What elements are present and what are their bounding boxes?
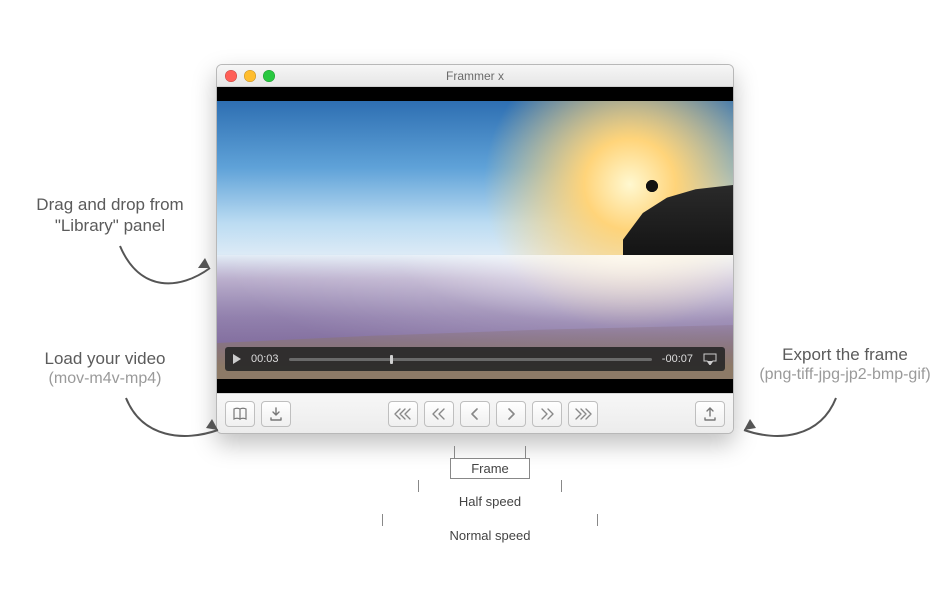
titlebar[interactable]: Frammer x [217,65,733,87]
arrow-drag [110,238,220,298]
bracket-normal [382,514,598,526]
toolbar-right-group [695,401,725,427]
playback-bar: 00:03 -00:07 [225,347,725,371]
toolbar-center-group [388,401,598,427]
scrubber-knob[interactable] [390,355,393,364]
diagram-half-row: Half speed [378,492,602,516]
export-icon [703,407,717,421]
callout-drag-sub: "Library" panel [20,215,200,236]
rewind-normal-button[interactable] [388,401,418,427]
callout-load: Load your video (mov-m4v-mp4) [20,348,190,389]
callout-load-title: Load your video [20,348,190,369]
elapsed-time: 00:03 [251,353,279,365]
forward-normal-button[interactable] [568,401,598,427]
import-icon [269,407,283,421]
speed-diagram: Frame Half speed Normal speed [378,448,602,550]
bracket-frame [454,446,526,458]
library-button[interactable] [225,401,255,427]
diagram-frame-label: Frame [450,458,530,479]
bracket-half [418,480,562,492]
video-preview[interactable]: 00:03 -00:07 [217,87,733,393]
letterbox-bottom [217,379,733,393]
book-icon [232,407,248,421]
toolbar-left-group [225,401,291,427]
triple-chevron-left-icon [394,408,412,420]
callout-export-title: Export the frame [750,344,940,365]
letterbox-top [217,87,733,101]
export-button[interactable] [695,401,725,427]
triple-chevron-right-icon [574,408,592,420]
chevron-right-icon [506,408,516,420]
arrow-export [734,392,844,448]
diagram-normal-label: Normal speed [450,526,531,545]
callout-export-sub: (png-tiff-jpg-jp2-bmp-gif) [750,365,940,385]
diagram-half-label: Half speed [459,492,521,511]
double-chevron-right-icon [540,408,554,420]
diagram-normal-row: Normal speed [378,526,602,550]
rewind-half-button[interactable] [424,401,454,427]
arrow-load [118,392,228,448]
double-chevron-left-icon [432,408,446,420]
load-button[interactable] [261,401,291,427]
chevron-left-icon [470,408,480,420]
play-icon[interactable] [233,354,241,364]
bottom-toolbar [217,393,733,433]
callout-drag-title: Drag and drop from [20,194,200,215]
window-title: Frammer x [217,69,733,83]
airplay-icon[interactable] [703,353,717,365]
callout-drag: Drag and drop from "Library" panel [20,194,200,237]
remaining-time: -00:07 [662,353,693,365]
prev-frame-button[interactable] [460,401,490,427]
forward-half-button[interactable] [532,401,562,427]
diagram-frame-row: Frame [378,458,602,482]
callout-export: Export the frame (png-tiff-jpg-jp2-bmp-g… [750,344,940,385]
callout-load-sub: (mov-m4v-mp4) [20,369,190,389]
video-frame-tree [645,173,659,199]
scrubber-track[interactable] [289,358,652,361]
next-frame-button[interactable] [496,401,526,427]
app-window: Frammer x 00:03 -00:07 [216,64,734,434]
